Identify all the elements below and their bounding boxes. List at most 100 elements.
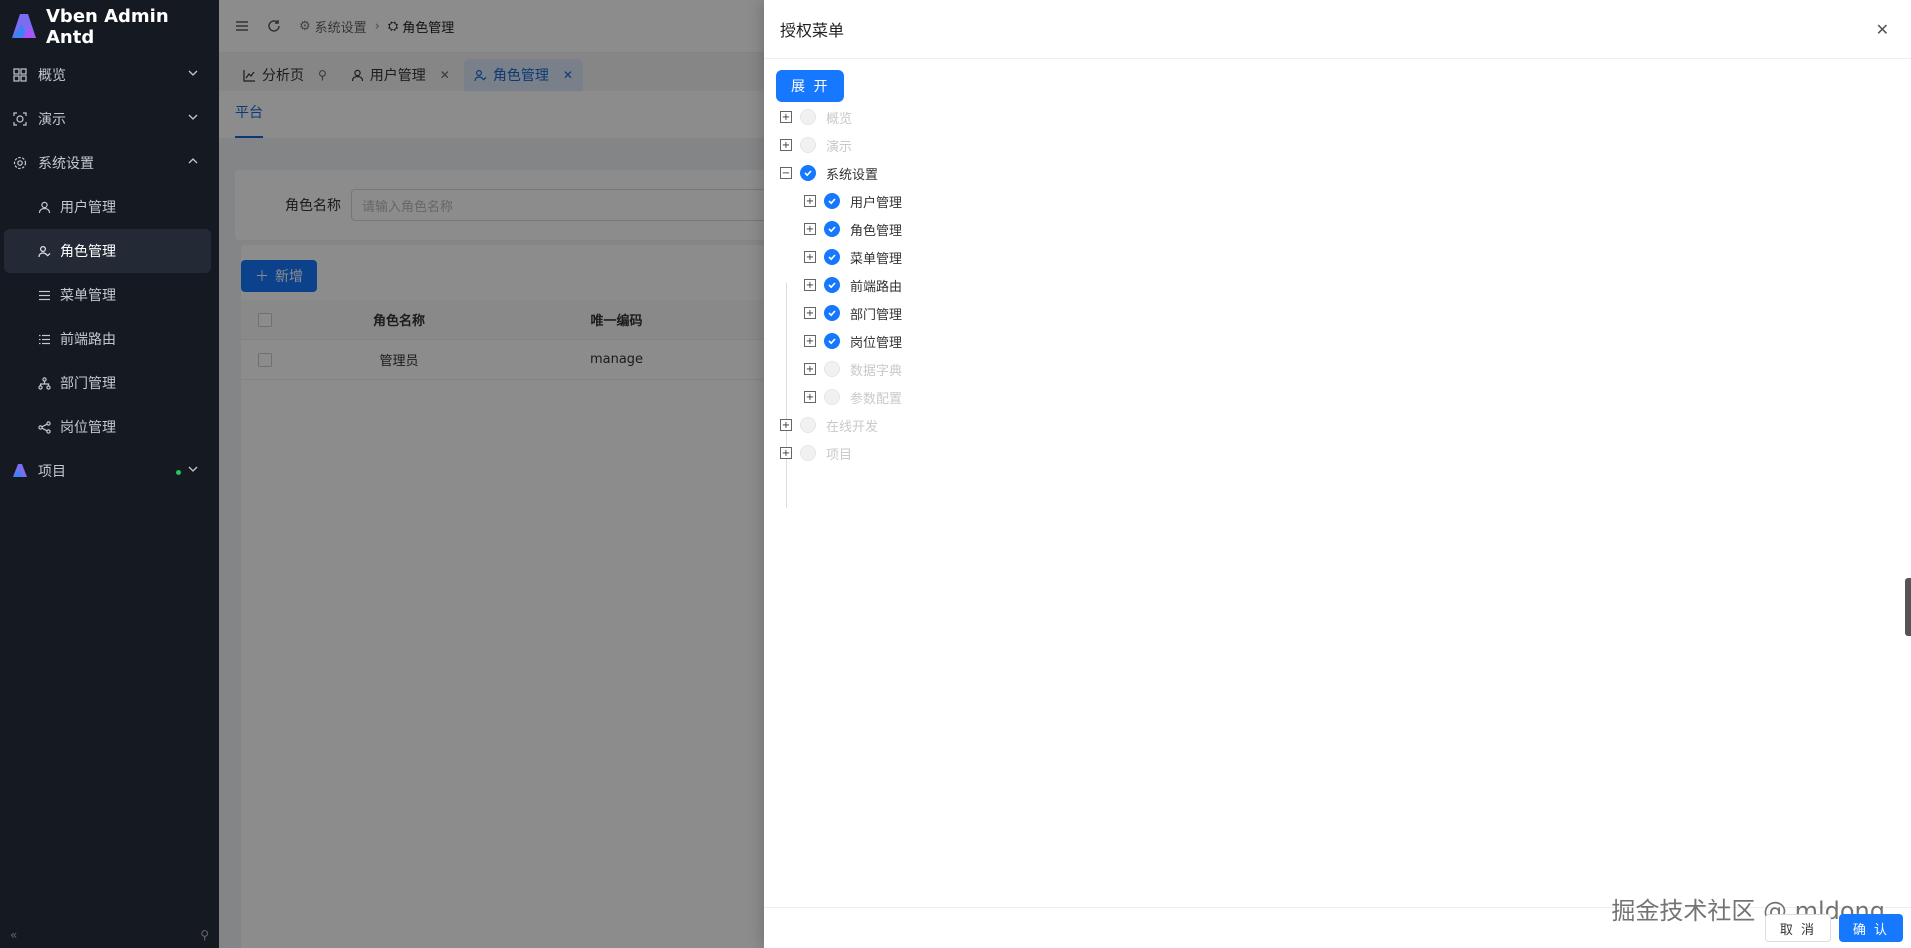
tree-checkbox[interactable]	[800, 445, 816, 461]
tree-node[interactable]: − 系统设置	[780, 159, 902, 187]
sidebar-item-overview[interactable]: 概览	[0, 53, 219, 97]
demo-icon	[12, 111, 28, 127]
tree-checkbox-checked[interactable]	[824, 249, 840, 265]
app-title: Vben Admin Antd	[46, 5, 169, 48]
sidebar-subitem-position-management[interactable]: 岗位管理	[0, 405, 219, 449]
tree-checkbox-checked[interactable]	[800, 165, 816, 181]
tree-node[interactable]: + 前端路由	[780, 271, 902, 299]
sidebar-item-label: 演示	[38, 112, 66, 128]
tree-node-label: 菜单管理	[850, 251, 903, 267]
expand-plus-icon[interactable]: +	[804, 307, 816, 319]
gear-icon	[12, 155, 28, 171]
expand-plus-icon[interactable]: +	[804, 335, 816, 347]
vben-logo-icon	[8, 12, 38, 42]
expand-plus-icon[interactable]: +	[780, 447, 792, 459]
confirm-button[interactable]: 确 认	[1838, 914, 1903, 942]
collapse-minus-icon[interactable]: −	[780, 167, 792, 179]
tree-node[interactable]: + 概览	[780, 103, 902, 131]
tree-node-label: 部门管理	[850, 307, 903, 323]
sidebar-subitem-department-management[interactable]: 部门管理	[0, 361, 219, 405]
expand-plus-icon[interactable]: +	[780, 139, 792, 151]
expand-plus-icon[interactable]: +	[804, 223, 816, 235]
tree-node-label: 数据字典	[850, 363, 903, 379]
sidebar-subitem-label: 用户管理	[60, 200, 116, 216]
tree-node-label: 岗位管理	[850, 335, 903, 351]
chevron-down-icon	[187, 111, 199, 127]
sidebar-subitem-label: 部门管理	[60, 376, 116, 392]
tree-checkbox-checked[interactable]	[824, 305, 840, 321]
tree-node[interactable]: + 岗位管理	[780, 327, 902, 355]
expand-button[interactable]: 展 开	[776, 70, 845, 102]
tree-node-label: 系统设置	[826, 167, 879, 183]
sidebar-item-label: 概览	[38, 68, 66, 84]
project-icon	[12, 463, 28, 479]
sidebar-subitem-menu-management[interactable]: 菜单管理	[0, 273, 219, 317]
sidebar-subitem-frontend-routes[interactable]: 前端路由	[0, 317, 219, 361]
menu-icon	[36, 287, 52, 303]
tree-node-label: 角色管理	[850, 223, 903, 239]
tree-node[interactable]: + 角色管理	[780, 215, 902, 243]
scroll-handle[interactable]	[1905, 578, 1911, 636]
tree-node[interactable]: + 项目	[780, 439, 902, 467]
tree-node-label: 用户管理	[850, 195, 903, 211]
pin-icon[interactable]: ⚲	[200, 928, 209, 942]
collapse-sidebar-icon[interactable]: «	[10, 928, 17, 942]
tree-node[interactable]: + 菜单管理	[780, 243, 902, 271]
org-icon	[36, 375, 52, 391]
tree-checkbox[interactable]	[800, 137, 816, 153]
tree-checkbox[interactable]	[800, 417, 816, 433]
role-icon	[36, 243, 52, 259]
tree-node[interactable]: + 在线开发	[780, 411, 902, 439]
sidebar-item-project[interactable]: 项目	[0, 449, 219, 493]
tree-checkbox[interactable]	[824, 361, 840, 377]
expand-plus-icon[interactable]: +	[804, 195, 816, 207]
sidebar-subitem-label: 菜单管理	[60, 288, 116, 304]
sidebar-subitem-label: 前端路由	[60, 332, 116, 348]
sidebar-footer: « ⚲	[0, 922, 219, 948]
sidebar: Vben Admin Antd 概览 演示 系统设置 用户管理 角色管理 菜单管…	[0, 0, 219, 948]
tree-checkbox-checked[interactable]	[824, 193, 840, 209]
sidebar-item-label: 项目	[38, 464, 66, 480]
authorize-menu-drawer: 授权菜单 ✕ 展 开 + 概览 + 演示 − 系统设置 + 用户管理 + 角色管…	[764, 0, 1911, 948]
dashboard-icon	[12, 67, 28, 83]
expand-plus-icon[interactable]: +	[804, 279, 816, 291]
chevron-up-icon	[187, 155, 199, 171]
tree-checkbox-checked[interactable]	[824, 333, 840, 349]
sidebar-subitem-label: 角色管理	[60, 244, 116, 260]
list-icon	[36, 331, 52, 347]
tree-checkbox-checked[interactable]	[824, 277, 840, 293]
tree-checkbox-checked[interactable]	[824, 221, 840, 237]
tree-node-label: 在线开发	[826, 419, 879, 435]
tree-node[interactable]: + 参数配置	[780, 383, 902, 411]
expand-plus-icon[interactable]: +	[804, 391, 816, 403]
expand-plus-icon[interactable]: +	[780, 111, 792, 123]
user-icon	[36, 199, 52, 215]
sidebar-subitem-label: 岗位管理	[60, 420, 116, 436]
chevron-down-icon	[176, 463, 199, 479]
tree-node[interactable]: + 数据字典	[780, 355, 902, 383]
tree-node-label: 演示	[826, 139, 853, 155]
tree-checkbox[interactable]	[800, 109, 816, 125]
tree-node[interactable]: + 部门管理	[780, 299, 902, 327]
sidebar-subitem-role-management[interactable]: 角色管理	[4, 229, 211, 273]
expand-plus-icon[interactable]: +	[780, 419, 792, 431]
share-icon	[36, 419, 52, 435]
sidebar-subitem-user-management[interactable]: 用户管理	[0, 185, 219, 229]
expand-plus-icon[interactable]: +	[804, 363, 816, 375]
chevron-down-icon	[187, 67, 199, 83]
modal-mask[interactable]	[219, 0, 764, 948]
close-icon[interactable]: ✕	[1876, 20, 1889, 39]
tree-node-label: 项目	[826, 447, 853, 463]
tree-node-label: 参数配置	[850, 391, 903, 407]
app-logo[interactable]: Vben Admin Antd	[0, 0, 219, 53]
sidebar-item-demo[interactable]: 演示	[0, 97, 219, 141]
tree-checkbox[interactable]	[824, 389, 840, 405]
status-dot	[176, 470, 181, 475]
cancel-button[interactable]: 取 消	[1764, 914, 1831, 942]
sidebar-item-system-settings[interactable]: 系统设置	[0, 141, 219, 185]
expand-plus-icon[interactable]: +	[804, 251, 816, 263]
tree-node-label: 概览	[826, 111, 853, 127]
drawer-title: 授权菜单	[780, 21, 845, 40]
tree-node[interactable]: + 用户管理	[780, 187, 902, 215]
tree-node[interactable]: + 演示	[780, 131, 902, 159]
